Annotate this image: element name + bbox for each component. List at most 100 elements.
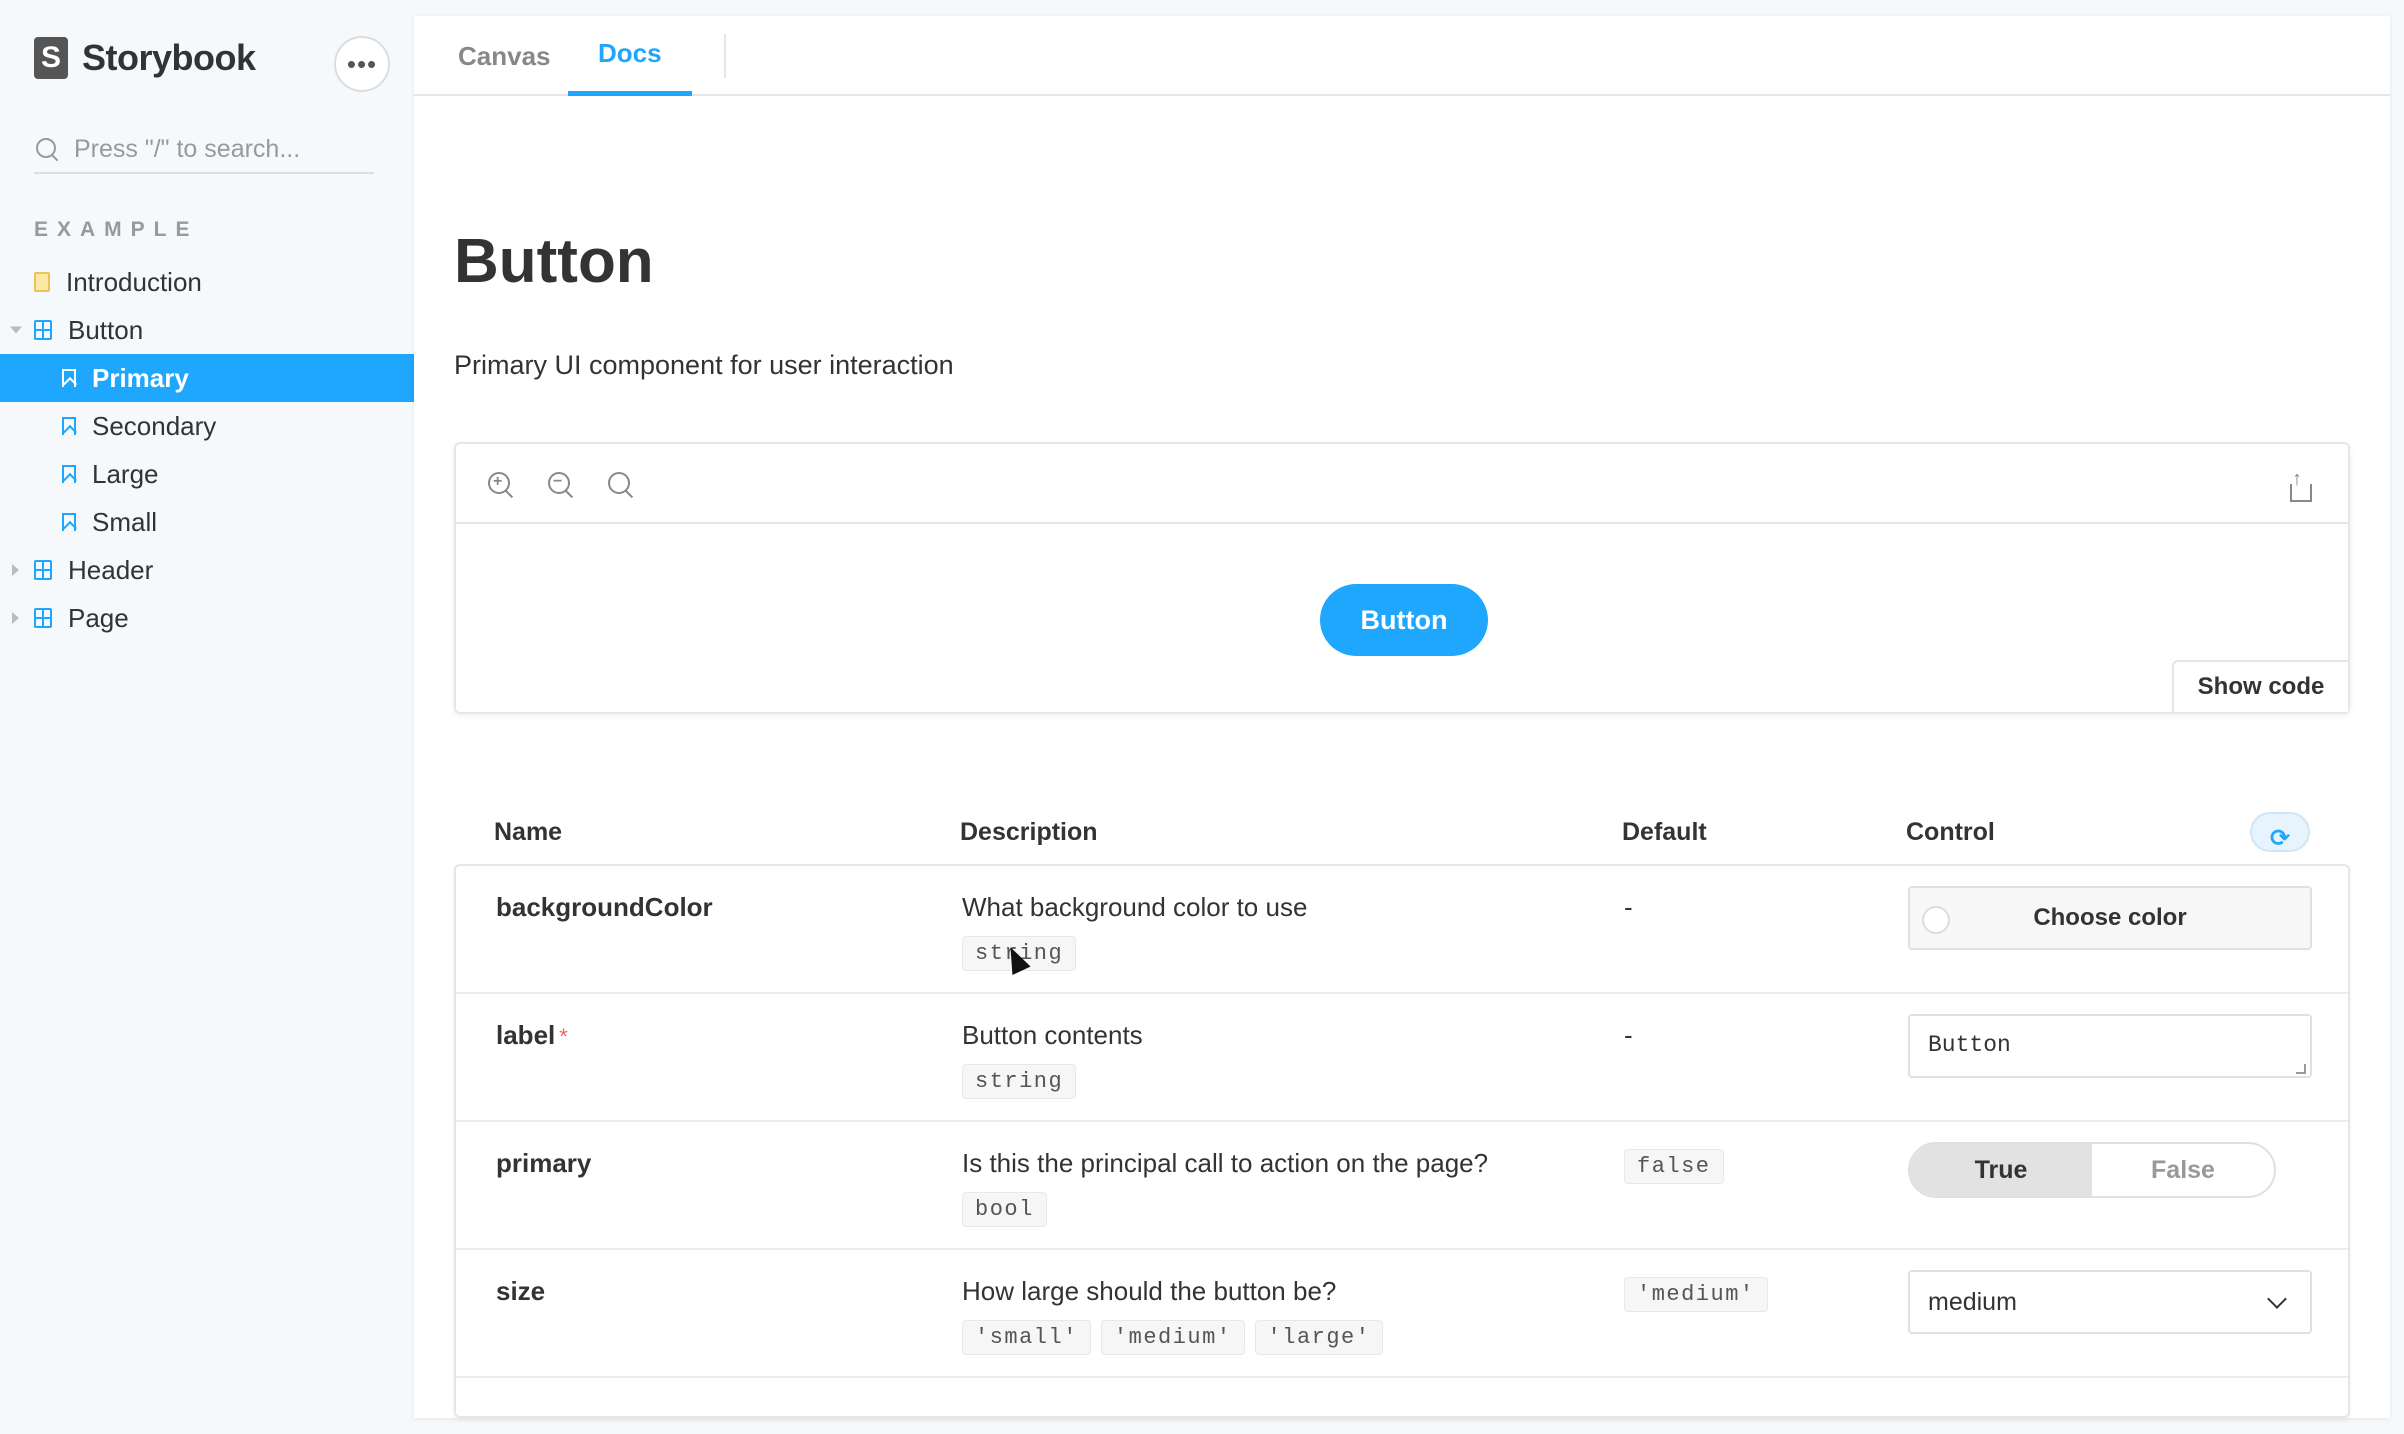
brand[interactable]: S Storybook <box>34 34 256 82</box>
sidebar-item-button[interactable]: Button <box>0 306 414 354</box>
column-header-name: Name <box>494 818 563 846</box>
table-row: backgroundColor What background color to… <box>456 866 2348 994</box>
sidebar: S Storybook ••• EXAMPLE Introduction But… <box>0 0 414 1434</box>
resize-handle-icon[interactable] <box>2296 1064 2306 1074</box>
zoom-out-icon[interactable]: − <box>546 470 576 500</box>
type-pill: 'small' <box>962 1320 1091 1355</box>
arg-default: - <box>1624 892 1633 922</box>
arg-description: Button contents <box>962 1020 1143 1050</box>
sidebar-item-label: Large <box>92 458 159 489</box>
type-pill: 'medium' <box>1100 1320 1245 1355</box>
color-picker-label: Choose color <box>2033 904 2187 931</box>
arg-description: How large should the button be? <box>962 1276 1337 1306</box>
refresh-icon: ⟳ <box>2269 825 2291 852</box>
sidebar-item-label: Small <box>92 506 158 537</box>
table-row: primary Is this the principal call to ac… <box>456 1122 2348 1250</box>
toggle-false[interactable]: False <box>2092 1144 2274 1196</box>
sidebar-item-small[interactable]: Small <box>0 498 414 546</box>
main-panel: Canvas Docs Button Primary UI component … <box>414 16 2390 1418</box>
show-code-button[interactable]: Show code <box>2172 660 2348 712</box>
chevron-down-icon <box>10 326 22 334</box>
arg-types: bool <box>962 1192 1047 1227</box>
color-swatch <box>1922 906 1950 934</box>
color-picker-button[interactable]: Choose color <box>1908 886 2312 950</box>
arg-name-text: label <box>496 1020 556 1050</box>
arg-name: primary <box>496 1148 592 1178</box>
sidebar-item-label: Page <box>68 602 129 633</box>
component-icon <box>34 320 52 340</box>
sidebar-item-label: Primary <box>92 362 189 393</box>
zoom-reset-icon[interactable] <box>606 470 636 500</box>
demo-primary-button[interactable]: Button <box>1320 584 1488 656</box>
section-label-example: EXAMPLE <box>34 218 199 241</box>
label-text-field[interactable]: Button <box>1908 1014 2312 1078</box>
sidebar-item-large[interactable]: Large <box>0 450 414 498</box>
document-icon <box>34 272 50 292</box>
sidebar-item-page[interactable]: Page <box>0 594 414 642</box>
reset-controls-button[interactable]: ⟳ <box>2250 812 2310 852</box>
search-input[interactable] <box>74 134 354 164</box>
required-marker: * <box>559 1024 568 1049</box>
story-preview: + − Button Show code <box>454 442 2350 714</box>
page-subtitle: Primary UI component for user interactio… <box>454 350 954 380</box>
bookmark-icon <box>62 369 76 387</box>
arg-name: size <box>496 1276 546 1306</box>
chevron-right-icon <box>12 612 19 624</box>
tab-bar: Canvas Docs <box>414 16 2390 96</box>
bookmark-icon <box>62 465 76 483</box>
docs-content: Button Primary UI component for user int… <box>414 96 2390 1418</box>
arg-name: backgroundColor <box>496 892 713 922</box>
arg-description: Is this the principal call to action on … <box>962 1148 1489 1178</box>
default-pill: false <box>1624 1149 1724 1184</box>
arg-default: false <box>1624 1148 1724 1184</box>
type-pill: 'large' <box>1254 1320 1384 1355</box>
page-title: Button <box>454 227 654 296</box>
chevron-right-icon <box>12 564 19 576</box>
args-table: backgroundColor What background color to… <box>454 864 2350 1418</box>
arg-description: What background color to use <box>962 892 1308 922</box>
type-pill: bool <box>962 1192 1047 1227</box>
sidebar-item-primary[interactable]: Primary <box>0 354 414 402</box>
arg-default: - <box>1624 1020 1633 1050</box>
sidebar-item-label: Introduction <box>66 266 202 297</box>
arg-name: label * <box>496 1020 568 1051</box>
sidebar-item-label: Button <box>68 314 144 345</box>
story-tree: Introduction Button Primary Secondary La… <box>0 258 414 642</box>
sidebar-item-secondary[interactable]: Secondary <box>0 402 414 450</box>
select-value: medium <box>1928 1287 2017 1316</box>
search-bar <box>34 126 374 174</box>
arg-default: 'medium' <box>1624 1276 1768 1312</box>
toggle-true[interactable]: True <box>1910 1144 2092 1196</box>
share-icon[interactable] <box>2288 468 2314 502</box>
component-icon <box>34 560 52 580</box>
sidebar-item-header[interactable]: Header <box>0 546 414 594</box>
boolean-toggle: True False <box>1908 1142 2276 1198</box>
bookmark-icon <box>62 417 76 435</box>
column-header-default: Default <box>1622 818 1707 846</box>
arg-types: 'small' 'medium' 'large' <box>962 1320 1384 1355</box>
sidebar-item-introduction[interactable]: Introduction <box>0 258 414 306</box>
sidebar-item-label: Secondary <box>92 410 217 441</box>
column-header-description: Description <box>960 818 1098 846</box>
tab-docs[interactable]: Docs <box>568 16 692 96</box>
column-header-control: Control <box>1906 818 1995 846</box>
preview-toolbar: + − <box>456 444 2348 524</box>
tab-canvas[interactable]: Canvas <box>428 16 581 96</box>
arg-types: string <box>962 1064 1077 1099</box>
storybook-logo-icon: S <box>34 37 68 79</box>
component-icon <box>34 608 52 628</box>
table-row: label * Button contents string - Button <box>456 994 2348 1122</box>
sidebar-item-label: Header <box>68 554 154 585</box>
bookmark-icon <box>62 513 76 531</box>
chevron-down-icon <box>2267 1289 2287 1309</box>
zoom-in-icon[interactable]: + <box>486 470 516 500</box>
search-icon <box>34 136 60 162</box>
more-options-button[interactable]: ••• <box>334 36 390 92</box>
tab-divider <box>724 34 726 78</box>
args-table-header: Name Description Default Control ⟳ <box>454 808 2350 860</box>
brand-name: Storybook <box>82 37 256 78</box>
default-pill: 'medium' <box>1624 1277 1768 1312</box>
table-row: size How large should the button be? 'sm… <box>456 1250 2348 1378</box>
type-pill: string <box>962 1064 1077 1099</box>
size-select[interactable]: medium <box>1908 1270 2312 1334</box>
